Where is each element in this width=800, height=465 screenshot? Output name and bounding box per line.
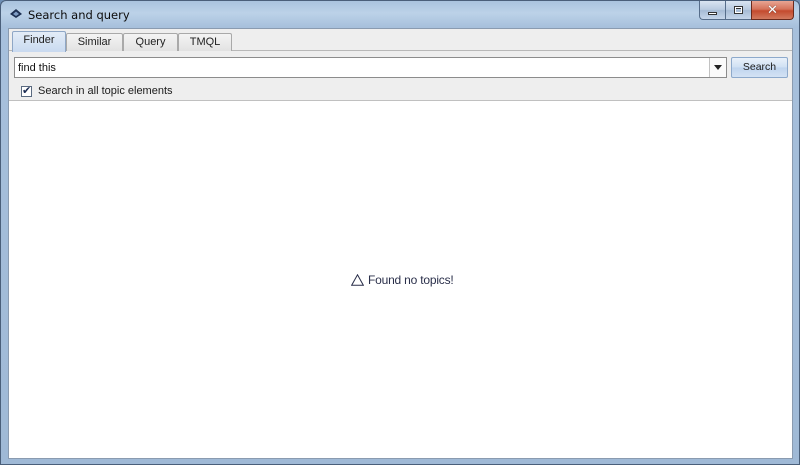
empty-results-message: Found no topics! (351, 273, 454, 287)
empty-results-text: Found no topics! (368, 273, 454, 287)
warning-icon (351, 274, 364, 286)
chevron-down-icon (714, 65, 722, 70)
results-panel: Found no topics! (9, 100, 792, 458)
window-title: Search and query (28, 8, 130, 22)
client-area: Finder Similar Query TMQL Search ✔ Searc… (8, 28, 793, 459)
topic-map-app-icon (10, 9, 22, 18)
checkmark-icon: ✔ (22, 83, 32, 97)
search-row: Search (14, 57, 789, 79)
minimize-icon (708, 11, 717, 15)
search-and-query-window: Search and query ✕ Finder Similar Query … (0, 0, 800, 465)
maximize-button[interactable] (725, 1, 751, 20)
search-button[interactable]: Search (731, 57, 788, 78)
title-bar[interactable]: Search and query ✕ (1, 1, 799, 28)
tab-bar: Finder Similar Query TMQL (9, 29, 792, 52)
caption-buttons: ✕ (699, 1, 794, 20)
maximize-icon (734, 6, 743, 14)
close-button[interactable]: ✕ (751, 1, 794, 20)
tab-finder[interactable]: Finder (12, 31, 66, 52)
tab-similar[interactable]: Similar (66, 33, 123, 51)
search-history-dropdown[interactable] (709, 58, 726, 77)
minimize-button[interactable] (699, 1, 725, 20)
close-icon: ✕ (767, 2, 778, 18)
tab-tmql[interactable]: TMQL (178, 33, 232, 51)
search-all-label: Search in all topic elements (38, 85, 173, 97)
tab-query[interactable]: Query (123, 33, 178, 51)
search-all-option[interactable]: ✔ Search in all topic elements (21, 84, 173, 98)
search-all-checkbox[interactable]: ✔ (21, 83, 32, 97)
search-input[interactable] (18, 60, 708, 76)
search-combo[interactable] (14, 57, 727, 78)
